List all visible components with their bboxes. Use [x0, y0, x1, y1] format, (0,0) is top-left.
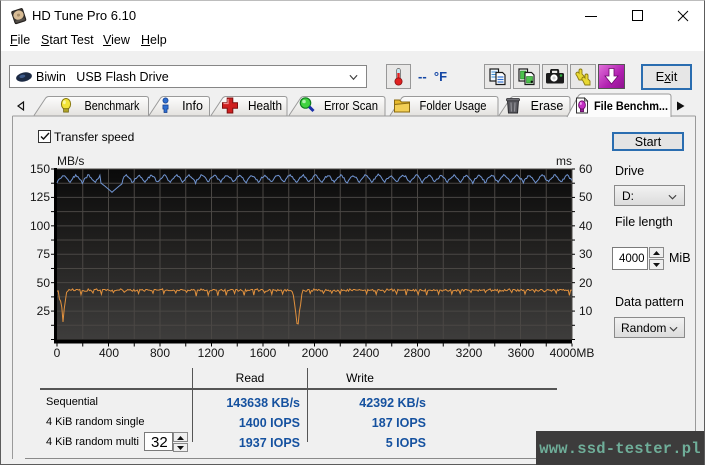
svg-text:400: 400 [99, 346, 119, 360]
svg-text:3600: 3600 [508, 346, 535, 360]
svg-text:10: 10 [579, 304, 593, 318]
svg-text:2400: 2400 [353, 346, 380, 360]
svg-text:75: 75 [37, 247, 51, 261]
svg-text:MB/s: MB/s [57, 154, 84, 168]
svg-text:100: 100 [30, 219, 50, 233]
svg-text:25: 25 [37, 304, 51, 318]
svg-text:3200: 3200 [456, 346, 483, 360]
svg-text:150: 150 [30, 162, 50, 176]
svg-text:Folder Usage: Folder Usage [420, 99, 487, 113]
svg-text:Info: Info [182, 99, 203, 113]
svg-text:Benchmark: Benchmark [85, 99, 141, 113]
svg-text:20: 20 [579, 276, 593, 290]
svg-text:4000MB: 4000MB [550, 346, 595, 360]
svg-text:125: 125 [30, 190, 50, 204]
svg-text:30: 30 [579, 247, 593, 261]
svg-text:2000: 2000 [302, 346, 329, 360]
svg-text:File Benchm...: File Benchm... [594, 99, 668, 113]
svg-text:50: 50 [37, 276, 51, 290]
svg-text:Error Scan: Error Scan [324, 99, 378, 113]
svg-text:0: 0 [54, 346, 61, 360]
svg-text:60: 60 [579, 162, 593, 176]
svg-text:Erase: Erase [531, 99, 564, 113]
svg-text:50: 50 [579, 190, 593, 204]
svg-text:40: 40 [579, 219, 593, 233]
svg-text:ms: ms [556, 154, 572, 168]
svg-text:1200: 1200 [198, 346, 225, 360]
svg-text:Health: Health [248, 99, 282, 113]
svg-text:2800: 2800 [404, 346, 431, 360]
svg-text:1600: 1600 [250, 346, 277, 360]
svg-text:800: 800 [150, 346, 170, 360]
